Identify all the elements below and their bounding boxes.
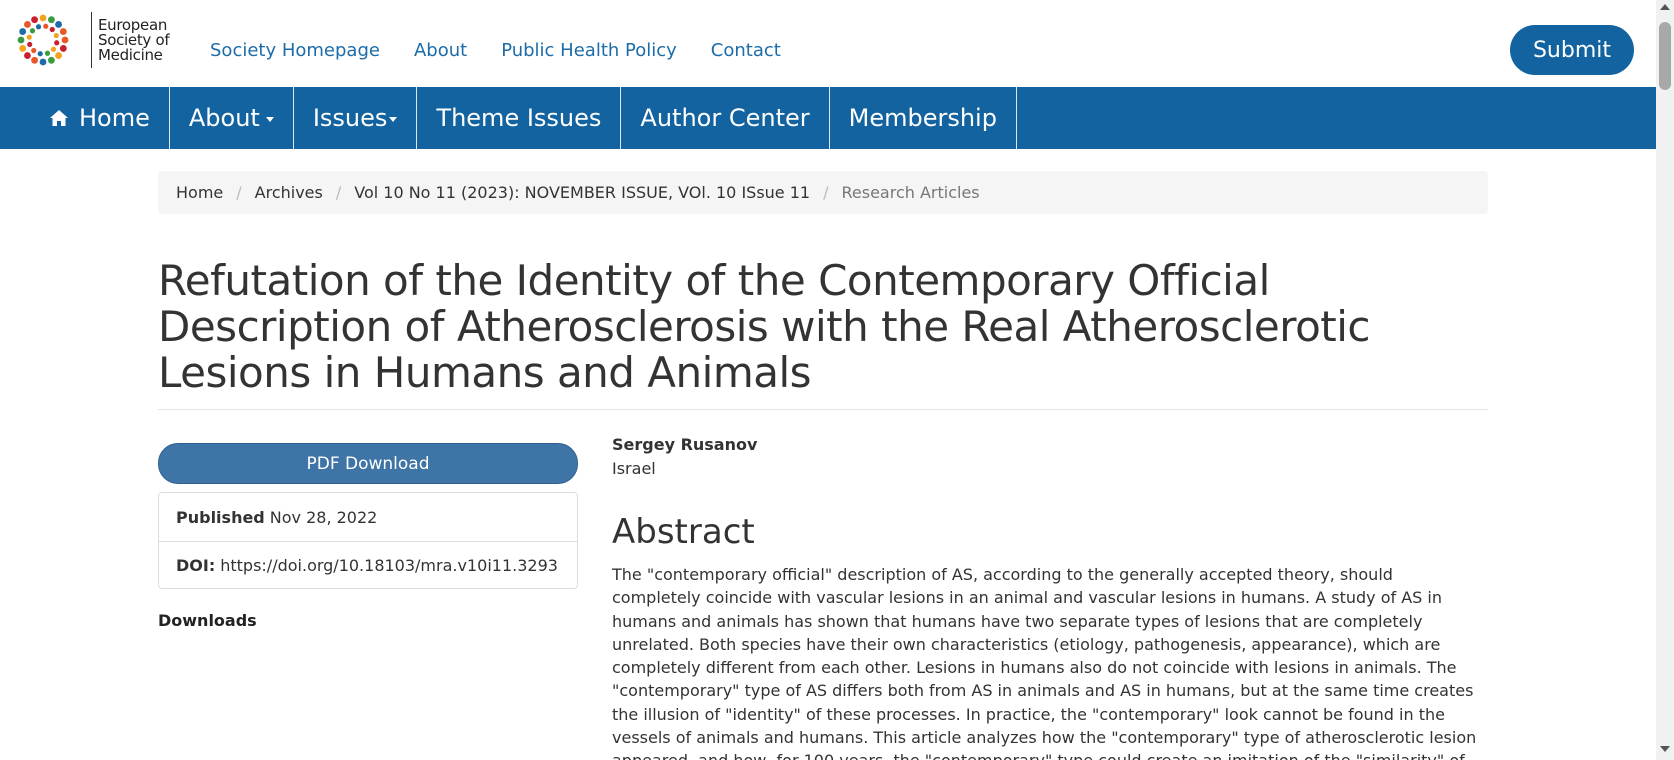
breadcrumb: Home / Archives / Vol 10 No 11 (2023): N… — [158, 171, 1488, 214]
logo-line-3: Medicine — [98, 45, 163, 64]
main-nav: Home About Issues Theme Issues Author Ce… — [0, 87, 1656, 149]
page-scrollbar[interactable] — [1656, 0, 1674, 760]
nav-home-label: Home — [79, 104, 150, 132]
nav-home[interactable]: Home — [30, 87, 170, 149]
breadcrumb-separator: / — [236, 183, 242, 202]
nav-about[interactable]: About — [170, 87, 294, 149]
logo-dot — [61, 36, 69, 44]
article-title: Refutation of the Identity of the Contem… — [158, 256, 1371, 397]
nav-author-center-label: Author Center — [640, 104, 810, 132]
logo-dot — [31, 47, 37, 54]
doi-label: DOI: — [176, 556, 216, 575]
logo-dot — [53, 32, 59, 39]
submit-button[interactable]: Submit — [1510, 25, 1634, 75]
logo-dot — [55, 21, 62, 28]
breadcrumb-archives[interactable]: Archives — [255, 183, 323, 202]
nav-about-label: About — [188, 104, 260, 132]
breadcrumb-separator: / — [335, 183, 342, 202]
logo-dot — [24, 52, 31, 59]
scroll-down-arrow-icon[interactable] — [1660, 746, 1670, 752]
breadcrumb-issue[interactable]: Vol 10 No 11 (2023): NOVEMBER ISSUE, VOl… — [354, 183, 810, 202]
logo-dot — [48, 56, 55, 64]
breadcrumb-home[interactable]: Home — [176, 183, 223, 202]
logo-dot — [49, 26, 55, 33]
nav-membership-label: Membership — [848, 104, 997, 132]
caret-down-icon — [265, 116, 274, 122]
society-logo[interactable]: European Society of Medicine — [17, 12, 170, 68]
scroll-thumb[interactable] — [1659, 22, 1671, 90]
top-links: Society Homepage About Public Health Pol… — [210, 40, 815, 61]
doi-link[interactable]: https://doi.org/10.18103/mra.v10i11.3293 — [220, 556, 558, 575]
breadcrumb-current: Research Articles — [841, 183, 980, 202]
site-header: European Society of Medicine Society Hom… — [0, 0, 1656, 87]
nav-author-center[interactable]: Author Center — [621, 87, 830, 149]
nav-issues-label: Issues — [312, 104, 388, 132]
scroll-up-arrow-icon[interactable] — [1660, 4, 1670, 10]
link-public-health-policy[interactable]: Public Health Policy — [501, 40, 677, 61]
logo-dot — [50, 46, 57, 52]
logo-dot — [31, 16, 38, 24]
author-affiliation: Israel — [612, 459, 656, 478]
logo-dot — [37, 51, 43, 57]
logo-dot — [31, 56, 38, 64]
breadcrumb-separator: / — [823, 183, 829, 202]
link-about[interactable]: About — [414, 40, 467, 61]
doi-row: DOI: https://doi.org/10.18103/mra.v10i11… — [159, 541, 577, 589]
nav-issues[interactable]: Issues — [294, 87, 418, 149]
logo-dot — [44, 50, 51, 56]
nav-theme-issues-label: Theme Issues — [436, 104, 602, 132]
home-icon — [50, 110, 68, 126]
downloads-heading: Downloads — [158, 611, 257, 630]
logo-dot — [43, 23, 49, 29]
link-society-homepage[interactable]: Society Homepage — [210, 40, 380, 61]
logo-divider — [91, 12, 92, 68]
logo-text: European Society of Medicine — [98, 17, 170, 64]
abstract-text: The "contemporary official" description … — [612, 565, 1477, 760]
logo-dot — [19, 45, 27, 52]
nav-membership[interactable]: Membership — [830, 87, 1017, 149]
abstract-heading: Abstract — [612, 512, 755, 552]
published-date: Nov 28, 2022 — [269, 507, 378, 527]
logo-dot — [48, 16, 55, 24]
logo-dot — [35, 24, 42, 30]
nav-theme-issues[interactable]: Theme Issues — [417, 87, 622, 149]
logo-dot — [59, 28, 67, 35]
logo-dot — [54, 40, 60, 46]
caret-down-icon — [389, 116, 398, 122]
logo-dot — [19, 28, 27, 35]
logo-dot — [29, 28, 36, 34]
published-label: Published — [176, 507, 265, 527]
logo-dot — [55, 52, 62, 59]
logo-dot — [17, 36, 25, 44]
published-row: Published Nov 28, 2022 — [159, 493, 577, 541]
title-divider — [158, 409, 1488, 410]
logo-dot — [39, 14, 47, 22]
article-meta-panel: Published Nov 28, 2022 DOI: https://doi.… — [158, 492, 578, 589]
logo-dot — [27, 41, 33, 48]
pdf-download-button[interactable]: PDF Download — [158, 443, 578, 484]
logo-mark-icon — [17, 14, 69, 66]
link-contact[interactable]: Contact — [711, 40, 781, 61]
logo-dot — [26, 34, 32, 40]
logo-dot — [24, 21, 31, 28]
logo-dot — [59, 45, 67, 52]
author-name: Sergey Rusanov — [612, 435, 758, 454]
logo-dot — [39, 58, 47, 66]
